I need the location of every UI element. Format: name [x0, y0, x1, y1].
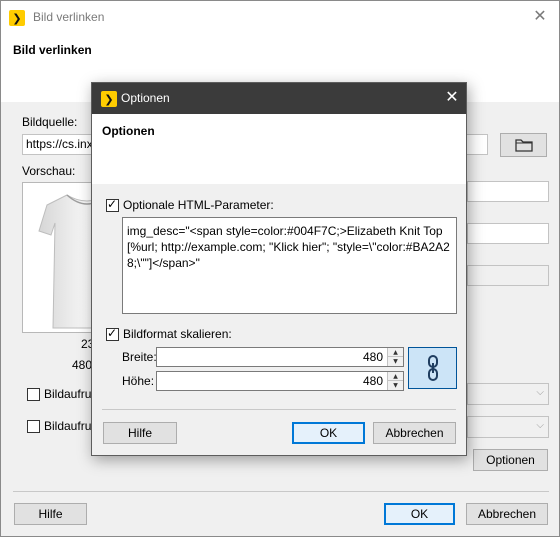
hoehe-value: 480	[362, 374, 383, 388]
modal-ok-button[interactable]: OK	[292, 422, 365, 444]
breite-spin-buttons: ▲ ▼	[387, 348, 403, 366]
modal-window-title: Optionen	[121, 91, 170, 105]
scale-label: Bildformat skalieren:	[123, 327, 232, 341]
browse-folder-button[interactable]	[500, 133, 547, 157]
breite-value: 480	[362, 350, 383, 364]
hoehe-spin-buttons: ▲ ▼	[387, 372, 403, 390]
scale-checkbox[interactable]	[106, 326, 119, 341]
bildaufruf-2-checkbox[interactable]	[27, 420, 40, 433]
html-params-checkbox[interactable]	[106, 197, 119, 212]
hoehe-label: Höhe:	[122, 374, 155, 388]
bildaufruf-1-combo: ⌵	[467, 383, 549, 405]
spin-up-icon[interactable]: ▲	[388, 348, 403, 357]
outer-ok-button[interactable]: OK	[384, 503, 455, 525]
html-params-label: Optionale HTML-Parameter:	[123, 198, 274, 212]
app-logo-icon: ❯	[9, 10, 25, 26]
outer-page-title: Bild verlinken	[13, 43, 92, 57]
breite-stepper[interactable]: 480 ▲ ▼	[156, 347, 404, 367]
vorschau-label: Vorschau:	[22, 164, 76, 178]
chevron-down-icon: ⌵	[536, 420, 544, 431]
app-logo-icon: ❯	[101, 91, 117, 107]
right-field-3	[467, 265, 549, 286]
chain-link-icon	[427, 355, 438, 381]
optionen-dialog: ❯ Optionen ✕ Optionen Optionale HTML-Par…	[91, 82, 467, 456]
outer-close-icon[interactable]: ✕	[529, 7, 551, 27]
spin-down-icon[interactable]: ▼	[388, 381, 403, 390]
modal-page-title: Optionen	[102, 124, 155, 138]
folder-icon	[514, 139, 533, 152]
html-params-textarea[interactable]: img_desc="<span style=color:#004F7C;>Eli…	[122, 217, 457, 314]
outer-window-title: Bild verlinken	[33, 10, 105, 24]
right-field-2[interactable]	[467, 223, 549, 244]
footer-divider	[13, 491, 549, 492]
bildaufruf-1-label: Bildaufruf	[44, 387, 95, 401]
modal-close-icon[interactable]: ✕	[442, 88, 462, 108]
bildaufruf-2-combo: ⌵	[467, 416, 549, 438]
modal-footer-divider	[102, 409, 456, 410]
spin-down-icon[interactable]: ▼	[388, 357, 403, 366]
hoehe-stepper[interactable]: 480 ▲ ▼	[156, 371, 404, 391]
outer-abbrechen-button[interactable]: Abbrechen	[466, 503, 548, 525]
bildaufruf-2-label: Bildaufruf	[44, 419, 95, 433]
chevron-down-icon: ⌵	[536, 387, 544, 398]
right-field-1[interactable]	[467, 181, 549, 202]
spin-up-icon[interactable]: ▲	[388, 372, 403, 381]
breite-label: Breite:	[122, 350, 157, 364]
modal-abbrechen-button[interactable]: Abbrechen	[373, 422, 456, 444]
modal-hilfe-button[interactable]: Hilfe	[103, 422, 177, 444]
optionen-button[interactable]: Optionen	[473, 449, 548, 471]
aspect-ratio-lock-button[interactable]	[408, 347, 457, 389]
bildaufruf-1-checkbox[interactable]	[27, 388, 40, 401]
outer-hilfe-button[interactable]: Hilfe	[14, 503, 87, 525]
bildquelle-label: Bildquelle:	[22, 115, 78, 129]
